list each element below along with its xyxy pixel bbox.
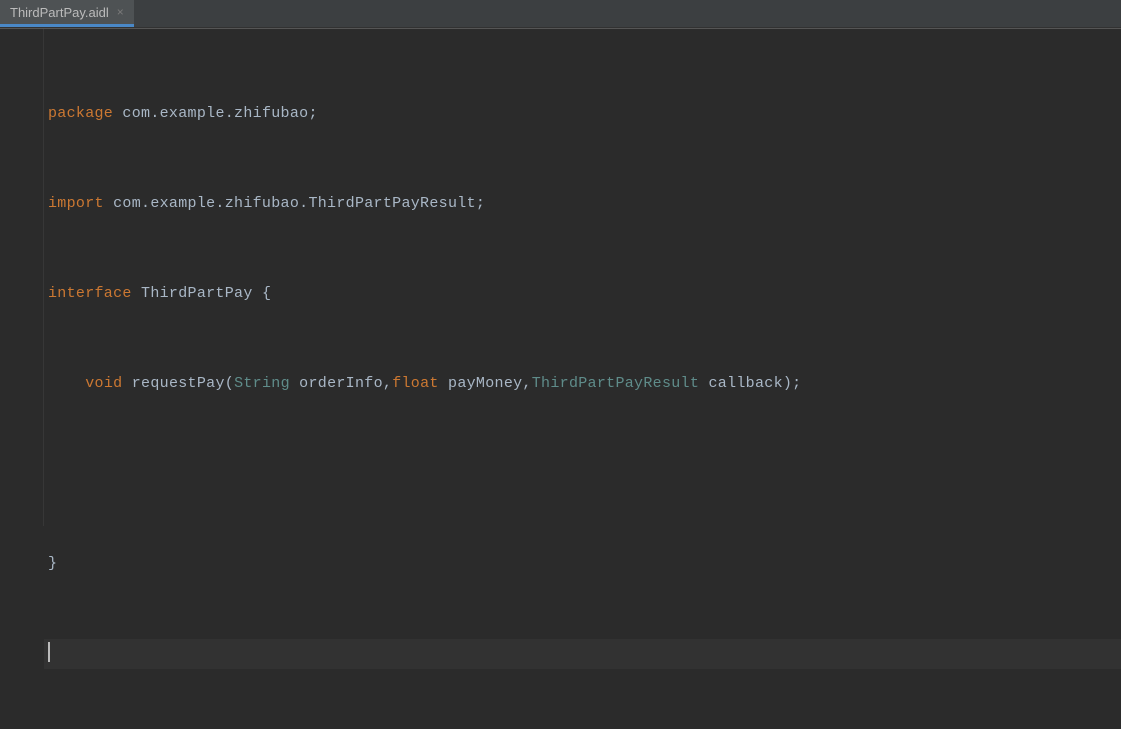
code-line-1: package com.example.zhifubao; [44, 99, 1121, 129]
keyword-interface: interface [48, 285, 132, 302]
interface-name: ThirdPartPay [132, 285, 262, 302]
tab-title: ThirdPartPay.aidl [10, 5, 109, 20]
editor-area[interactable]: package com.example.zhifubao; import com… [0, 28, 1121, 526]
param-2: payMoney, [439, 375, 532, 392]
code-line-6: } [44, 549, 1121, 579]
brace-close: } [48, 555, 57, 572]
indent [48, 375, 85, 392]
caret [48, 642, 50, 662]
type-float: float [392, 375, 439, 392]
close-icon[interactable]: × [115, 5, 126, 19]
keyword-void: void [85, 375, 122, 392]
import-path: com.example.zhifubao.ThirdPartPayResult; [104, 195, 485, 212]
brace-open: { [262, 285, 271, 302]
tab-file[interactable]: ThirdPartPay.aidl × [0, 0, 134, 27]
type-result: ThirdPartPayResult [532, 375, 699, 392]
package-path: com.example.zhifubao; [113, 105, 318, 122]
param-3: callback); [699, 375, 801, 392]
keyword-package: package [48, 105, 113, 122]
method-open: requestPay( [122, 375, 234, 392]
gutter [0, 29, 44, 526]
code-line-2: import com.example.zhifubao.ThirdPartPay… [44, 189, 1121, 219]
tab-bar: ThirdPartPay.aidl × [0, 0, 1121, 28]
param-1: orderInfo, [290, 375, 392, 392]
code-line-3: interface ThirdPartPay { [44, 279, 1121, 309]
code-line-7 [44, 639, 1121, 669]
code-line-4: void requestPay(String orderInfo,float p… [44, 369, 1121, 399]
keyword-import: import [48, 195, 104, 212]
code-line-5 [44, 459, 1121, 489]
code-content[interactable]: package com.example.zhifubao; import com… [44, 29, 1121, 526]
type-string: String [234, 375, 290, 392]
